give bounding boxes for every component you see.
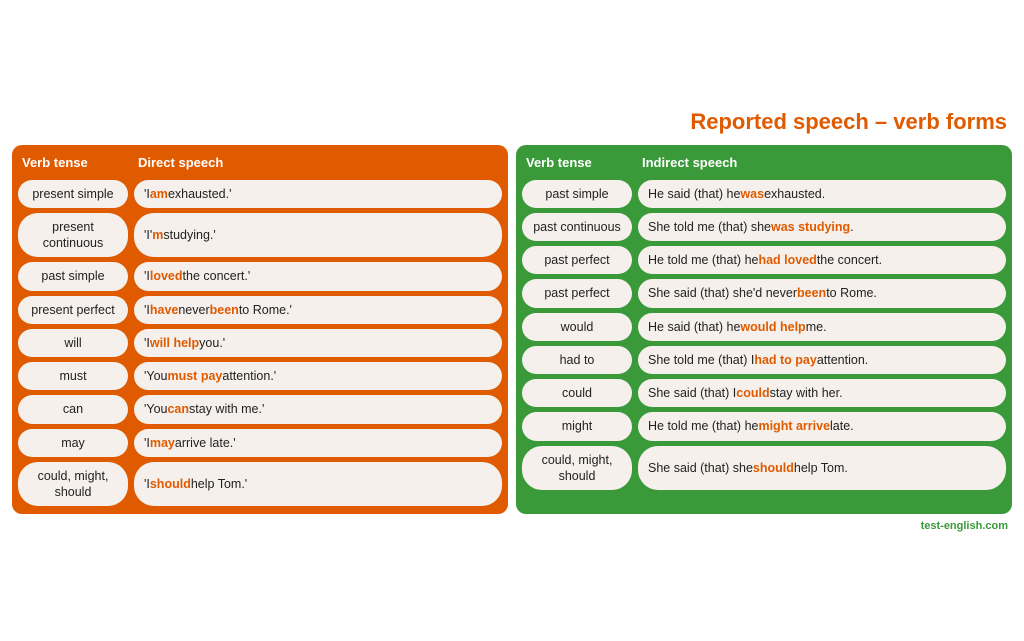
- verb-tense-cell: could, might, should: [522, 446, 632, 491]
- verb-tense-cell: past perfect: [522, 279, 632, 307]
- table-row: past continuousShe told me (that) she wa…: [522, 213, 1006, 241]
- speech-cell: He said (that) he was exhausted.: [638, 180, 1006, 208]
- table-row: must'You must pay attention.': [18, 362, 502, 390]
- table-row: wouldHe said (that) he would help me.: [522, 313, 1006, 341]
- speech-cell: She told me (that) I had to pay attentio…: [638, 346, 1006, 374]
- verb-tense-cell: had to: [522, 346, 632, 374]
- speech-cell: He told me (that) he might arrive late.: [638, 412, 1006, 440]
- table-row: couldShe said (that) I could stay with h…: [522, 379, 1006, 407]
- speech-cell: 'I should help Tom.': [134, 462, 502, 507]
- indirect-verb-header: Verb tense: [526, 155, 636, 170]
- verb-tense-cell: present continuous: [18, 213, 128, 258]
- table-row: present continuous'I'm studying.': [18, 213, 502, 258]
- speech-cell: She said (that) I could stay with her.: [638, 379, 1006, 407]
- table-row: may'I may arrive late.': [18, 429, 502, 457]
- indirect-header: Verb tense Indirect speech: [516, 145, 1012, 180]
- table-row: could, might, should'I should help Tom.': [18, 462, 502, 507]
- verb-tense-cell: can: [18, 395, 128, 423]
- speech-cell: 'I will help you.': [134, 329, 502, 357]
- speech-cell: She said (that) she'd never been to Rome…: [638, 279, 1006, 307]
- table-row: past perfectHe told me (that) he had lov…: [522, 246, 1006, 274]
- speech-cell: He said (that) he would help me.: [638, 313, 1006, 341]
- speech-cell: 'I loved the concert.': [134, 262, 502, 290]
- speech-cell: She said (that) she should help Tom.: [638, 446, 1006, 491]
- speech-cell: 'I'm studying.': [134, 213, 502, 258]
- speech-cell: 'I have never been to Rome.': [134, 296, 502, 324]
- speech-cell: 'You must pay attention.': [134, 362, 502, 390]
- speech-cell: 'I may arrive late.': [134, 429, 502, 457]
- table-row: mightHe told me (that) he might arrive l…: [522, 412, 1006, 440]
- table-row: can'You can stay with me.': [18, 395, 502, 423]
- table-row: could, might, shouldShe said (that) she …: [522, 446, 1006, 491]
- direct-header: Verb tense Direct speech: [12, 145, 508, 180]
- verb-tense-cell: could: [522, 379, 632, 407]
- main-container: Reported speech – verb forms Verb tense …: [12, 109, 1012, 533]
- table-row: present simple'I am exhausted.': [18, 180, 502, 208]
- verb-tense-cell: may: [18, 429, 128, 457]
- verb-tense-cell: present simple: [18, 180, 128, 208]
- verb-tense-cell: will: [18, 329, 128, 357]
- table-row: present perfect'I have never been to Rom…: [18, 296, 502, 324]
- verb-tense-cell: could, might, should: [18, 462, 128, 507]
- direct-speech-header: Direct speech: [138, 155, 502, 170]
- verb-tense-cell: present perfect: [18, 296, 128, 324]
- direct-speech-section: Verb tense Direct speech present simple'…: [12, 145, 508, 515]
- direct-rows: present simple'I am exhausted.'present c…: [12, 180, 508, 515]
- speech-cell: 'You can stay with me.': [134, 395, 502, 423]
- verb-tense-cell: might: [522, 412, 632, 440]
- indirect-speech-section: Verb tense Indirect speech past simpleHe…: [516, 145, 1012, 515]
- verb-tense-cell: past simple: [522, 180, 632, 208]
- table-row: past simple'I loved the concert.': [18, 262, 502, 290]
- verb-tense-cell: would: [522, 313, 632, 341]
- verb-tense-cell: past perfect: [522, 246, 632, 274]
- table-row: past simpleHe said (that) he was exhaust…: [522, 180, 1006, 208]
- indirect-rows: past simpleHe said (that) he was exhaust…: [516, 180, 1012, 499]
- footer: test-english.com: [12, 520, 1012, 532]
- verb-tense-cell: must: [18, 362, 128, 390]
- verb-tense-cell: past continuous: [522, 213, 632, 241]
- indirect-speech-header: Indirect speech: [642, 155, 1006, 170]
- verb-tense-cell: past simple: [18, 262, 128, 290]
- footer-text: test-english.com: [921, 520, 1008, 532]
- speech-cell: 'I am exhausted.': [134, 180, 502, 208]
- main-table: Verb tense Direct speech present simple'…: [12, 145, 1012, 515]
- table-row: had toShe told me (that) I had to pay at…: [522, 346, 1006, 374]
- page-title: Reported speech – verb forms: [12, 109, 1012, 135]
- speech-cell: He told me (that) he had loved the conce…: [638, 246, 1006, 274]
- table-row: past perfectShe said (that) she'd never …: [522, 279, 1006, 307]
- table-row: will'I will help you.': [18, 329, 502, 357]
- direct-verb-header: Verb tense: [22, 155, 132, 170]
- speech-cell: She told me (that) she was studying.: [638, 213, 1006, 241]
